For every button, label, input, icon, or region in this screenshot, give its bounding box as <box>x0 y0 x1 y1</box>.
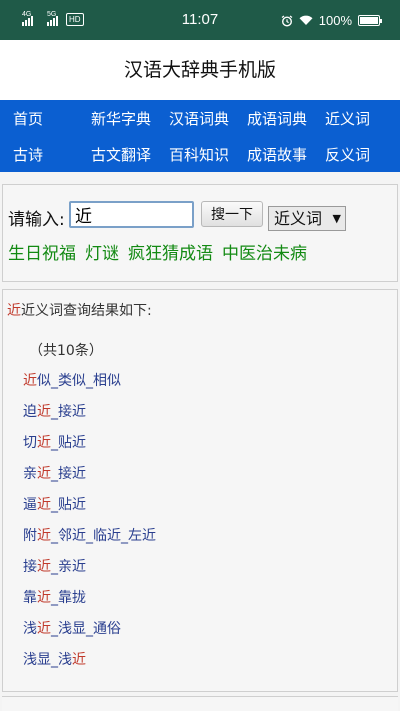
result-text: _靠拢 <box>51 590 86 606</box>
result-text: 接 <box>23 559 37 575</box>
result-text: 迫 <box>23 404 37 420</box>
result-item[interactable]: 迫近_接近 <box>23 401 86 421</box>
result-text: 亲 <box>23 466 37 482</box>
quick-links: 生日祝福 灯谜 疯狂猜成语 中医治未病 <box>8 239 307 264</box>
search-panel: 请输入: 搜一下 近义词 ▼ 生日祝福 灯谜 疯狂猜成语 中医治未病 <box>2 184 398 282</box>
quick-link-guess-idiom[interactable]: 疯狂猜成语 <box>128 239 213 264</box>
nav-item-classical-translation[interactable]: 古文翻译 <box>91 146 151 164</box>
result-item[interactable]: 近似_类似_相似 <box>23 370 121 390</box>
result-highlight: 近 <box>23 373 37 389</box>
result-text: _邻近_临近_左近 <box>51 528 156 544</box>
result-text: _亲近 <box>51 559 86 575</box>
result-item[interactable]: 浅显_浅近 <box>23 649 86 669</box>
result-highlight: 近 <box>37 497 51 513</box>
results-header-text: 近义词查询结果如下: <box>21 303 152 319</box>
result-text: _浅显_通俗 <box>51 621 121 637</box>
result-highlight: 近 <box>72 652 86 668</box>
result-text: _贴近 <box>51 497 86 513</box>
results-panel: 近近义词查询结果如下: （共10条） 近似_类似_相似 迫近_接近 切近_贴近 亲近_… <box>2 289 398 692</box>
alarm-icon <box>281 15 293 27</box>
result-highlight: 近 <box>37 621 51 637</box>
result-highlight: 近 <box>37 404 51 420</box>
query-term: 近 <box>7 303 21 319</box>
result-text: _贴近 <box>51 435 86 451</box>
result-item[interactable]: 切近_贴近 <box>23 432 86 452</box>
status-icons-right: 100% <box>281 13 382 28</box>
result-item[interactable]: 附近_邻近_临近_左近 <box>23 525 156 545</box>
result-highlight: 近 <box>37 590 51 606</box>
nav-item-encyclopedia[interactable]: 百科知识 <box>169 146 229 164</box>
result-item[interactable]: 亲近_接近 <box>23 463 86 483</box>
footer-divider <box>2 696 398 711</box>
wifi-icon <box>299 15 313 25</box>
nav-item-home[interactable]: 首页 <box>13 110 43 128</box>
result-text: 浅 <box>23 621 37 637</box>
result-text: 逼 <box>23 497 37 513</box>
quick-link-tcm[interactable]: 中医治未病 <box>222 239 307 264</box>
result-highlight: 近 <box>37 435 51 451</box>
nav-item-chinese-dictionary[interactable]: 汉语词典 <box>169 110 229 128</box>
result-text: _接近 <box>51 404 86 420</box>
nav-item-antonyms[interactable]: 反义词 <box>325 146 370 164</box>
nav-item-xinhua-dictionary[interactable]: 新华字典 <box>91 110 151 128</box>
result-text: _接近 <box>51 466 86 482</box>
search-label: 请输入: <box>8 210 65 230</box>
battery-level <box>360 17 378 24</box>
results-count: （共10条） <box>29 343 103 359</box>
quick-link-riddles[interactable]: 灯谜 <box>85 239 119 264</box>
result-text: 附 <box>23 528 37 544</box>
nav-item-idiom-stories[interactable]: 成语故事 <box>247 146 307 164</box>
result-item[interactable]: 接近_亲近 <box>23 556 86 576</box>
result-highlight: 近 <box>37 559 51 575</box>
dropdown-arrow-icon: ▼ <box>332 212 341 225</box>
result-text: 切 <box>23 435 37 451</box>
search-button[interactable]: 搜一下 <box>201 201 263 227</box>
result-item[interactable]: 逼近_贴近 <box>23 494 86 514</box>
battery-percent: 100% <box>318 13 352 28</box>
quick-link-birthday-wishes[interactable]: 生日祝福 <box>8 239 76 264</box>
page-title: 汉语大辞典手机版 <box>0 40 400 100</box>
result-text: 靠 <box>23 590 37 606</box>
search-type-select[interactable]: 近义词 ▼ <box>268 206 346 231</box>
result-item[interactable]: 浅近_浅显_通俗 <box>23 618 121 638</box>
search-type-value: 近义词 <box>274 209 323 228</box>
result-text: 浅显_浅 <box>23 652 72 668</box>
nav-menu: 首页 新华字典 汉语词典 成语词典 近义词 古诗 古文翻译 百科知识 成语故事 … <box>0 100 400 172</box>
status-bar: 4G 5G HD 11:07 100% <box>0 0 400 40</box>
nav-item-synonyms[interactable]: 近义词 <box>325 110 370 128</box>
result-highlight: 近 <box>37 466 51 482</box>
result-item[interactable]: 靠近_靠拢 <box>23 587 86 607</box>
search-input[interactable] <box>69 201 194 228</box>
nav-item-poems[interactable]: 古诗 <box>13 146 43 164</box>
result-text: 似_类似_相似 <box>37 373 121 389</box>
nav-item-idiom-dictionary[interactable]: 成语词典 <box>247 110 307 128</box>
battery-icon <box>358 15 382 26</box>
result-highlight: 近 <box>37 528 51 544</box>
results-header: 近近义词查询结果如下: <box>7 300 152 320</box>
